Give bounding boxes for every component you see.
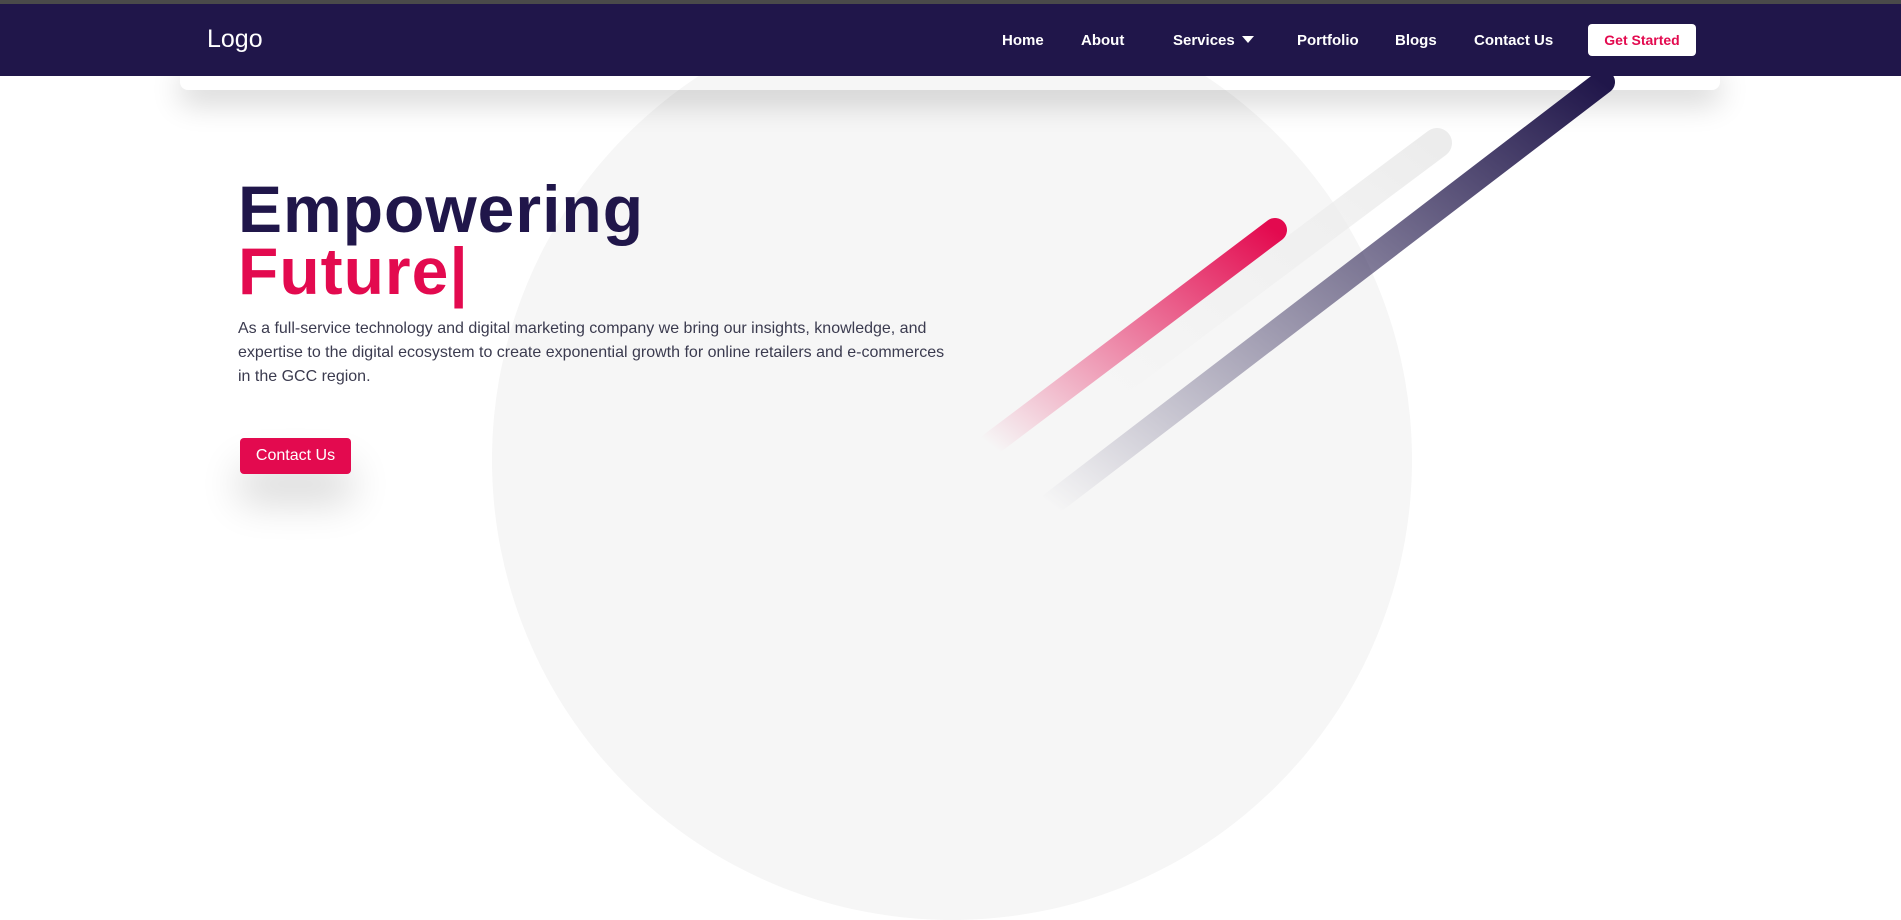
nav-services-label: Services — [1173, 32, 1235, 49]
nav-contact-us[interactable]: Contact Us — [1474, 32, 1553, 49]
nav-blogs[interactable]: Blogs — [1395, 32, 1437, 49]
hero-description: As a full-service technology and digital… — [238, 320, 945, 385]
hero-title-line1: Empowering — [238, 172, 645, 246]
logo[interactable]: Logo — [207, 25, 263, 54]
nav-home[interactable]: Home — [1002, 32, 1044, 49]
get-started-button[interactable]: Get Started — [1588, 24, 1696, 56]
navy-stripe — [1038, 70, 1615, 517]
hero-title-line2: Future| — [238, 234, 469, 308]
navbar: Logo Home About Services Portfolio Blogs… — [0, 4, 1901, 76]
pink-stripe — [978, 218, 1287, 457]
nav-services[interactable]: Services — [1173, 32, 1254, 49]
caret-down-icon — [1241, 36, 1254, 43]
contact-us-button[interactable]: Contact Us — [240, 438, 351, 474]
hero-title: Empowering Future| — [238, 172, 645, 308]
nav-portfolio[interactable]: Portfolio — [1297, 32, 1359, 49]
grey-stripe — [1085, 128, 1452, 410]
nav-about[interactable]: About — [1081, 32, 1124, 49]
browser-top-border — [0, 0, 1901, 4]
